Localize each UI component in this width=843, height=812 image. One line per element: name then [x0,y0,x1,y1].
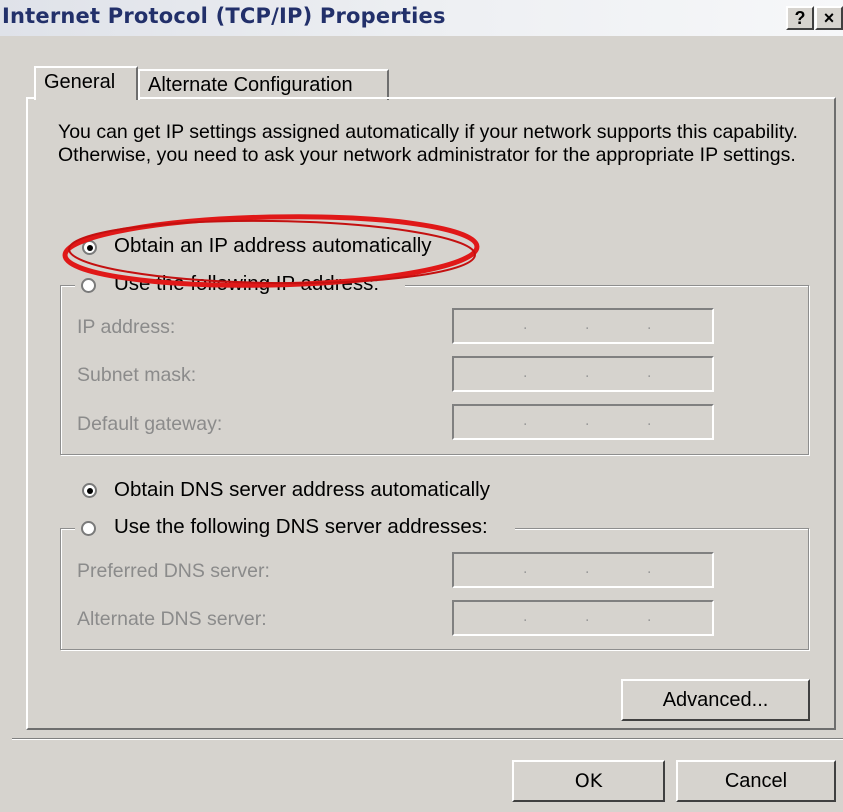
radio-selected-dot [87,488,93,494]
obtain-dns-auto-radio[interactable] [82,483,97,498]
cancel-button[interactable]: Cancel [676,760,836,802]
obtain-dns-auto-label[interactable]: Obtain DNS server address automatically [114,478,490,502]
close-icon: × [823,8,835,28]
close-button[interactable]: × [815,6,843,30]
advanced-button[interactable]: Advanced... [621,679,810,721]
use-following-dns-label[interactable]: Use the following DNS server addresses: [114,515,488,539]
button-separator [12,738,843,740]
preferred-dns-label: Preferred DNS server: [77,560,270,582]
default-gateway-label: Default gateway: [77,413,223,435]
ip-address-label: IP address: [77,316,176,338]
tcpip-properties-dialog: Internet Protocol (TCP/IP) Properties ? … [0,0,843,812]
tab-alternate-configuration[interactable]: Alternate Configuration [138,69,389,100]
default-gateway-field[interactable]: ... [452,404,714,440]
ip-address-field[interactable]: ... [452,308,714,344]
tab-general[interactable]: General [34,66,138,100]
alternate-dns-label: Alternate DNS server: [77,608,267,630]
help-button[interactable]: ? [786,6,814,30]
obtain-ip-auto-label[interactable]: Obtain an IP address automatically [114,234,432,258]
alternate-dns-field[interactable]: ... [452,600,714,636]
description-text: You can get IP settings assigned automat… [58,121,798,166]
subnet-mask-label: Subnet mask: [77,364,197,386]
obtain-ip-auto-radio[interactable] [82,240,97,255]
title-bar[interactable]: Internet Protocol (TCP/IP) Properties ? … [0,0,843,36]
radio-selected-dot [87,245,93,251]
use-following-ip-radio[interactable] [81,278,96,293]
window-title: Internet Protocol (TCP/IP) Properties [2,4,446,28]
use-following-ip-label[interactable]: Use the following IP address: [114,272,379,296]
tab-alternate-configuration-label: Alternate Configuration [148,74,353,96]
preferred-dns-field[interactable]: ... [452,552,714,588]
use-following-dns-radio[interactable] [81,521,96,536]
ok-button[interactable]: OK [512,760,665,802]
question-mark-icon: ? [794,8,806,28]
subnet-mask-field[interactable]: ... [452,356,714,392]
tab-general-label: General [44,71,116,93]
tab-strip: General Alternate Configuration [0,36,843,100]
